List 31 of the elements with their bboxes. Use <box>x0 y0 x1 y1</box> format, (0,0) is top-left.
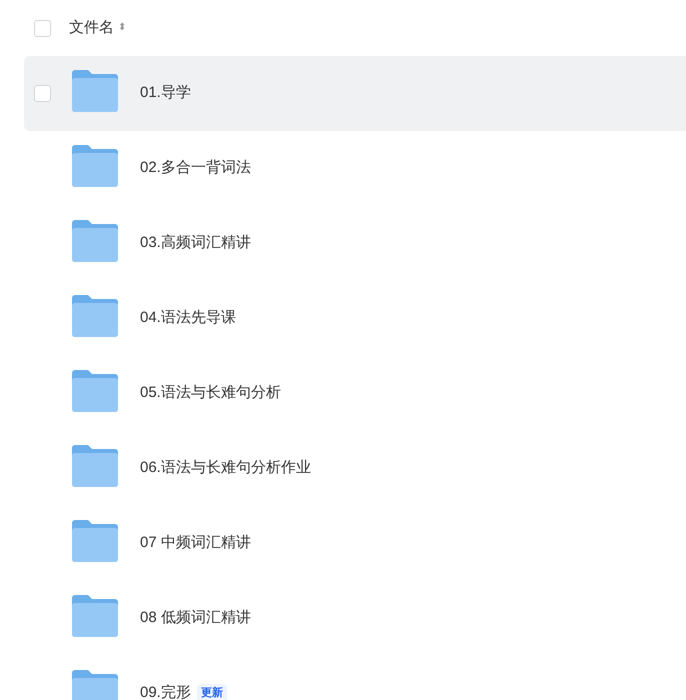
folder-icon <box>72 220 118 262</box>
file-row[interactable]: 04.语法先导课 <box>24 281 686 356</box>
file-row[interactable]: 05.语法与长难句分析 <box>24 356 686 431</box>
folder-icon <box>72 520 118 562</box>
folder-icon <box>72 144 118 186</box>
file-name[interactable]: 02.多合一背词法 <box>140 157 251 180</box>
file-name[interactable]: 04.语法先导课 <box>140 307 236 330</box>
file-row[interactable]: 09.完形 更新 <box>24 656 686 700</box>
file-name[interactable]: 05.语法与长难句分析 <box>140 382 281 405</box>
folder-icon <box>72 444 118 486</box>
file-name[interactable]: 08 低频词汇精讲 <box>140 607 251 630</box>
folder-icon <box>72 594 118 636</box>
file-name[interactable]: 09.完形 <box>140 682 191 700</box>
file-row[interactable]: 06.语法与长难句分析作业 <box>24 431 686 506</box>
file-row[interactable]: 03.高频词汇精讲 <box>24 206 686 281</box>
checkbox[interactable] <box>34 85 51 102</box>
folder-icon <box>72 370 118 412</box>
column-header[interactable]: 文件名 <box>69 16 114 40</box>
file-row[interactable]: 07 中频词汇精讲 <box>24 506 686 581</box>
file-name[interactable]: 07 中频词汇精讲 <box>140 532 251 555</box>
folder-icon <box>72 294 118 336</box>
checkbox[interactable] <box>34 20 51 36</box>
file-row[interactable]: 01.导学 <box>24 56 686 131</box>
update-badge: 更新 <box>196 684 227 700</box>
file-name[interactable]: 03.高频词汇精讲 <box>140 232 251 255</box>
file-name[interactable]: 06.语法与长难句分析作业 <box>140 457 311 480</box>
folder-icon <box>72 670 118 700</box>
file-name[interactable]: 01.导学 <box>140 82 191 105</box>
folder-icon <box>72 70 118 112</box>
file-row[interactable]: 02.多合一背词法 <box>24 131 686 206</box>
file-row[interactable]: 08 低频词汇精讲 <box>24 581 686 656</box>
